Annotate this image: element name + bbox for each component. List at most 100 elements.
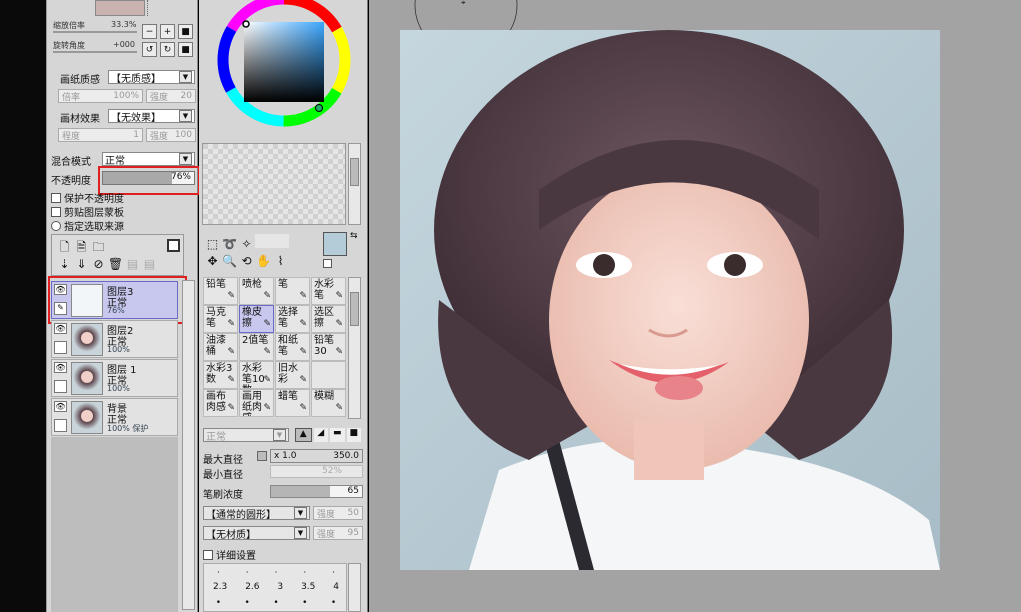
density-slider[interactable]: 65	[270, 485, 363, 498]
brush-shape-dropdown[interactable]: 【通常的圆形】 ▼	[203, 506, 310, 521]
lasso-icon[interactable]: ➰	[221, 237, 238, 251]
material-effect-dropdown[interactable]: 【无效果】 ▼	[108, 109, 195, 124]
rotate-reset-button[interactable]: ■	[178, 42, 193, 57]
transfer-down-icon[interactable]: ⇣	[56, 257, 73, 271]
brush-tool-4-2[interactable]: 蜡笔 ✎	[275, 389, 310, 417]
size-preset-dot[interactable]: ·	[303, 568, 306, 578]
size-preset-dot[interactable]: ·	[332, 568, 335, 578]
layer-item-background[interactable]: 👁 背景 正常 100% 保护	[51, 398, 178, 436]
reset-colors-icon[interactable]	[323, 259, 332, 268]
eye-icon[interactable]: 👁	[54, 401, 67, 412]
color-swatch-area[interactable]	[202, 143, 346, 225]
size-preset-label[interactable]: 2.3	[213, 582, 227, 592]
paper-strength-field[interactable]: 强度 20	[146, 89, 196, 103]
zoom-reset-button[interactable]: ■	[178, 24, 193, 39]
brush-tool-1-3[interactable]: 选区擦 ✎	[311, 305, 346, 333]
layer-item-2[interactable]: 👁 图层2 正常 100%	[51, 320, 178, 358]
edge-shape-3-icon[interactable]: ▬	[330, 428, 345, 442]
rotate-right-button[interactable]: ↻	[160, 42, 175, 57]
eyedropper-icon[interactable]: ⌇	[272, 254, 289, 268]
rotate-view-icon[interactable]: ⟲	[238, 254, 255, 268]
zoom-in-button[interactable]: +	[160, 24, 175, 39]
selection-source-radio[interactable]	[51, 220, 61, 231]
max-size-slider[interactable]: x 1.0 350.0	[270, 449, 363, 463]
edge-shape-4-icon[interactable]: ■	[346, 428, 361, 442]
eye-icon[interactable]: 👁	[54, 362, 67, 373]
paper-texture-dropdown[interactable]: 【无质感】 ▼	[108, 70, 195, 85]
brush-tool-2-2[interactable]: 和纸笔 ✎	[275, 333, 310, 361]
tool-mode-dropdown[interactable]: 正常 ▼	[203, 428, 289, 443]
material-strength-field[interactable]: 强度 100	[146, 128, 196, 142]
layer-checkbox[interactable]	[54, 341, 67, 354]
eye-icon[interactable]: 👁	[54, 323, 67, 334]
brush-texture-dropdown[interactable]: 【无材质】 ▼	[203, 526, 310, 541]
clip-group-checkbox[interactable]	[51, 206, 61, 217]
brush-tool-2-1[interactable]: 2值笔 ✎	[239, 333, 274, 361]
rect-select-icon[interactable]: ⬚	[204, 237, 221, 251]
size-preset-dot[interactable]: ·	[246, 568, 249, 578]
zoom-out-button[interactable]: −	[142, 24, 157, 39]
brush-tool-0-1[interactable]: 喷枪 ✎	[239, 277, 274, 305]
size-preset-dot[interactable]: •	[331, 598, 336, 608]
layer-checkbox[interactable]	[54, 419, 67, 432]
shape-strength-field[interactable]: 强度 50	[313, 506, 363, 520]
canvas-area[interactable]: ⌖	[369, 0, 1021, 612]
brush-tool-3-2[interactable]: 旧水彩 ✎	[275, 361, 310, 389]
layer-checkbox[interactable]	[54, 380, 67, 393]
hand-icon[interactable]: ✋	[255, 254, 272, 268]
brush-tool-0-2[interactable]: 笔 ✎	[275, 277, 310, 305]
delete-layer-icon[interactable]: 🗑	[107, 257, 124, 271]
protect-opacity-checkbox[interactable]	[51, 192, 61, 203]
size-preset-dot[interactable]: •	[245, 598, 250, 608]
size-preset-dot[interactable]: •	[302, 598, 307, 608]
detail-settings-checkbox[interactable]	[203, 549, 213, 560]
swap-colors-icon[interactable]: ⇆	[350, 231, 358, 241]
size-preset-label[interactable]: 4	[333, 582, 339, 592]
rotate-slider[interactable]	[53, 51, 137, 53]
max-size-toggle[interactable]	[257, 451, 267, 461]
brush-tool-3-1[interactable]: 水彩笔10数✎	[239, 361, 274, 389]
layer-mask-icon[interactable]	[167, 239, 180, 252]
move-icon[interactable]: ✥	[204, 254, 221, 268]
layer-item-1[interactable]: 👁 图层 1 正常 100%	[51, 359, 178, 397]
layer-scrollbar[interactable]	[182, 280, 195, 610]
clear-layer-icon[interactable]: ⊘	[90, 257, 107, 271]
rotate-value[interactable]: +000	[113, 40, 135, 49]
navigator-thumbnail[interactable]	[95, 0, 145, 16]
brush-tool-0-0[interactable]: 铅笔 ✎	[203, 277, 238, 305]
brush-tool-3-3[interactable]	[311, 361, 346, 389]
new-folder-icon[interactable]: 🗀	[90, 238, 107, 259]
magic-wand-icon[interactable]: ✧	[238, 237, 255, 251]
size-preset-dot[interactable]: •	[216, 598, 221, 608]
blend-mode-dropdown[interactable]: 正常 ▼	[102, 152, 195, 167]
brush-tool-1-0[interactable]: 马克笔 ✎	[203, 305, 238, 333]
tool-scrollbar[interactable]	[348, 277, 361, 419]
brush-tool-3-0[interactable]: 水彩3数 ✎	[203, 361, 238, 389]
swatch-scrollbar[interactable]	[348, 143, 361, 225]
degree-field[interactable]: 程度 1	[58, 128, 143, 142]
brush-tool-4-3[interactable]: 模糊 ✎	[311, 389, 346, 417]
size-preset-label[interactable]: 3	[277, 582, 283, 592]
brush-tool-1-1[interactable]: 橡皮擦 ✎	[239, 305, 274, 333]
merge-down-icon[interactable]: ⇓	[73, 257, 90, 271]
edge-shape-2-icon[interactable]: ◢	[313, 428, 328, 442]
brush-tool-2-0[interactable]: 油漆桶 ✎	[203, 333, 238, 361]
brush-tool-0-3[interactable]: 水彩笔 ✎	[311, 277, 346, 305]
size-preset-dot[interactable]: ·	[217, 568, 220, 578]
rotate-left-button[interactable]: ↺	[142, 42, 157, 57]
zoom-icon[interactable]: 🔍	[221, 254, 238, 268]
texture-strength-field[interactable]: 强度 95	[313, 526, 363, 540]
edge-shape-selector[interactable]: ▲ ◢ ▬ ■	[295, 428, 361, 442]
brush-tool-1-2[interactable]: 选择笔 ✎	[275, 305, 310, 333]
foreground-color[interactable]	[323, 232, 347, 256]
min-size-slider[interactable]: 52%	[270, 465, 363, 478]
new-linework-layer-icon[interactable]: 🗎	[73, 238, 90, 259]
brush-tool-4-0[interactable]: 画布肉感 ✎	[203, 389, 238, 417]
size-preset-dot[interactable]: ·	[275, 568, 278, 578]
size-preset-dot[interactable]: •	[273, 598, 278, 608]
presets-scrollbar[interactable]	[348, 563, 361, 612]
zoom-value[interactable]: 33.3%	[111, 20, 136, 29]
size-preset-label[interactable]: 2.6	[245, 582, 259, 592]
zoom-slider[interactable]	[53, 31, 137, 33]
brush-tool-4-1[interactable]: 画用纸肉感✎	[239, 389, 274, 417]
